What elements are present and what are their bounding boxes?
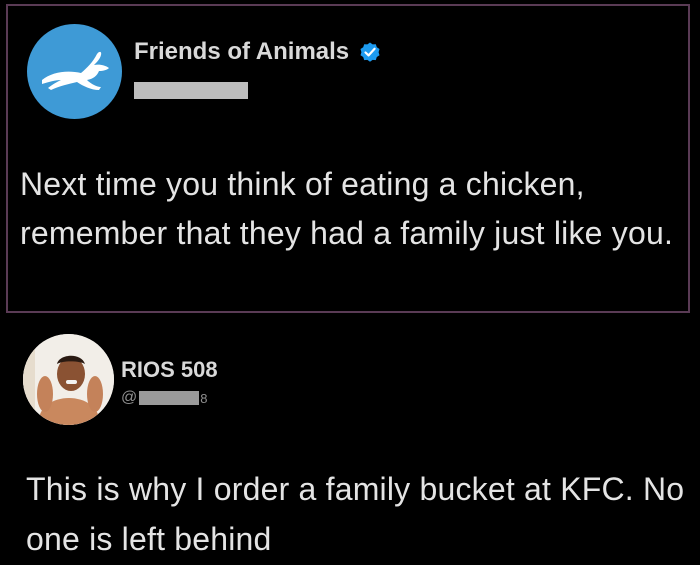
redacted-handle bbox=[139, 391, 200, 405]
redacted-handle bbox=[134, 82, 248, 99]
author-handle[interactable]: @ 8 bbox=[121, 389, 207, 407]
tweet-body: This is why I order a family bucket at K… bbox=[26, 471, 685, 557]
author-name-row: Friends of Animals bbox=[134, 38, 382, 66]
handle-prefix: @ bbox=[121, 389, 138, 406]
author-name[interactable]: RIOS 508 bbox=[121, 357, 218, 383]
author-name[interactable]: Friends of Animals bbox=[134, 38, 349, 66]
rabbit-logo-icon bbox=[42, 51, 109, 90]
rios-508-avatar[interactable] bbox=[23, 334, 114, 425]
friends-of-animals-avatar[interactable] bbox=[27, 24, 122, 119]
verified-badge-icon bbox=[358, 40, 382, 64]
person-photo-icon bbox=[23, 334, 114, 425]
tweet-body: Next time you think of eating a chicken,… bbox=[20, 166, 674, 251]
handle-suffix: 8 bbox=[200, 390, 208, 406]
